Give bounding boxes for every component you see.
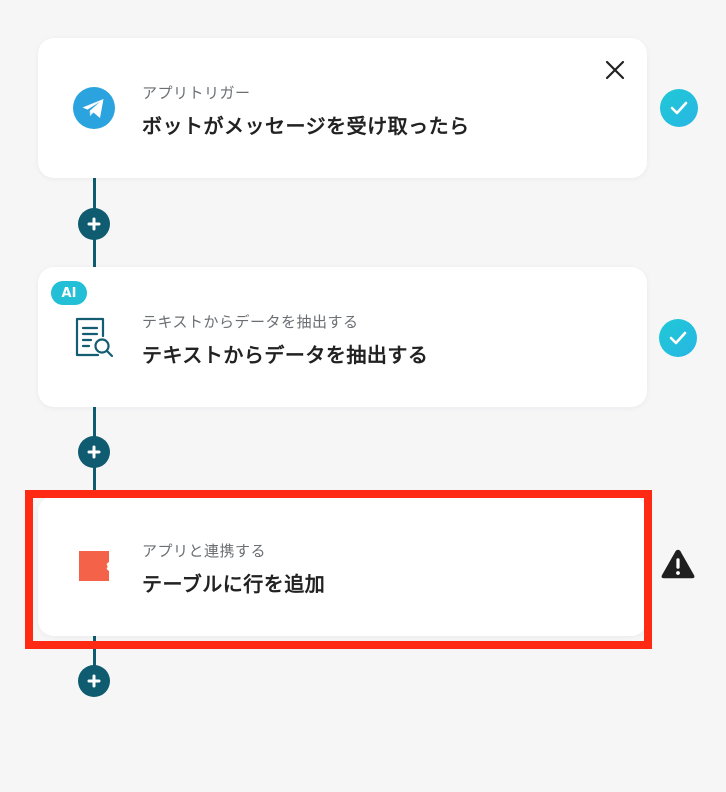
document-search-icon	[72, 315, 116, 359]
step-subtitle: アプリトリガー	[142, 84, 251, 102]
step-card-trigger[interactable]: アプリトリガー ボットがメッセージを受け取ったら	[38, 38, 647, 178]
step-title: ボットがメッセージを受け取ったら	[142, 114, 470, 138]
check-icon	[659, 319, 697, 357]
plus-icon	[87, 674, 101, 688]
add-step-button[interactable]	[78, 208, 110, 240]
check-icon	[660, 89, 698, 127]
warning-icon	[659, 545, 697, 583]
add-step-button[interactable]	[78, 665, 110, 697]
step-card-ai-extract[interactable]: AI テキストからデータを抽出する テキストからデータを抽出する	[38, 267, 647, 407]
highlight-frame	[25, 490, 652, 649]
add-step-button[interactable]	[78, 436, 110, 468]
plus-icon	[87, 217, 101, 231]
close-icon[interactable]	[603, 58, 627, 82]
step-title: テキストからデータを抽出する	[142, 343, 429, 367]
plus-icon	[87, 445, 101, 459]
ai-badge: AI	[51, 281, 87, 305]
step-subtitle: テキストからデータを抽出する	[142, 313, 359, 331]
telegram-icon	[72, 86, 116, 130]
